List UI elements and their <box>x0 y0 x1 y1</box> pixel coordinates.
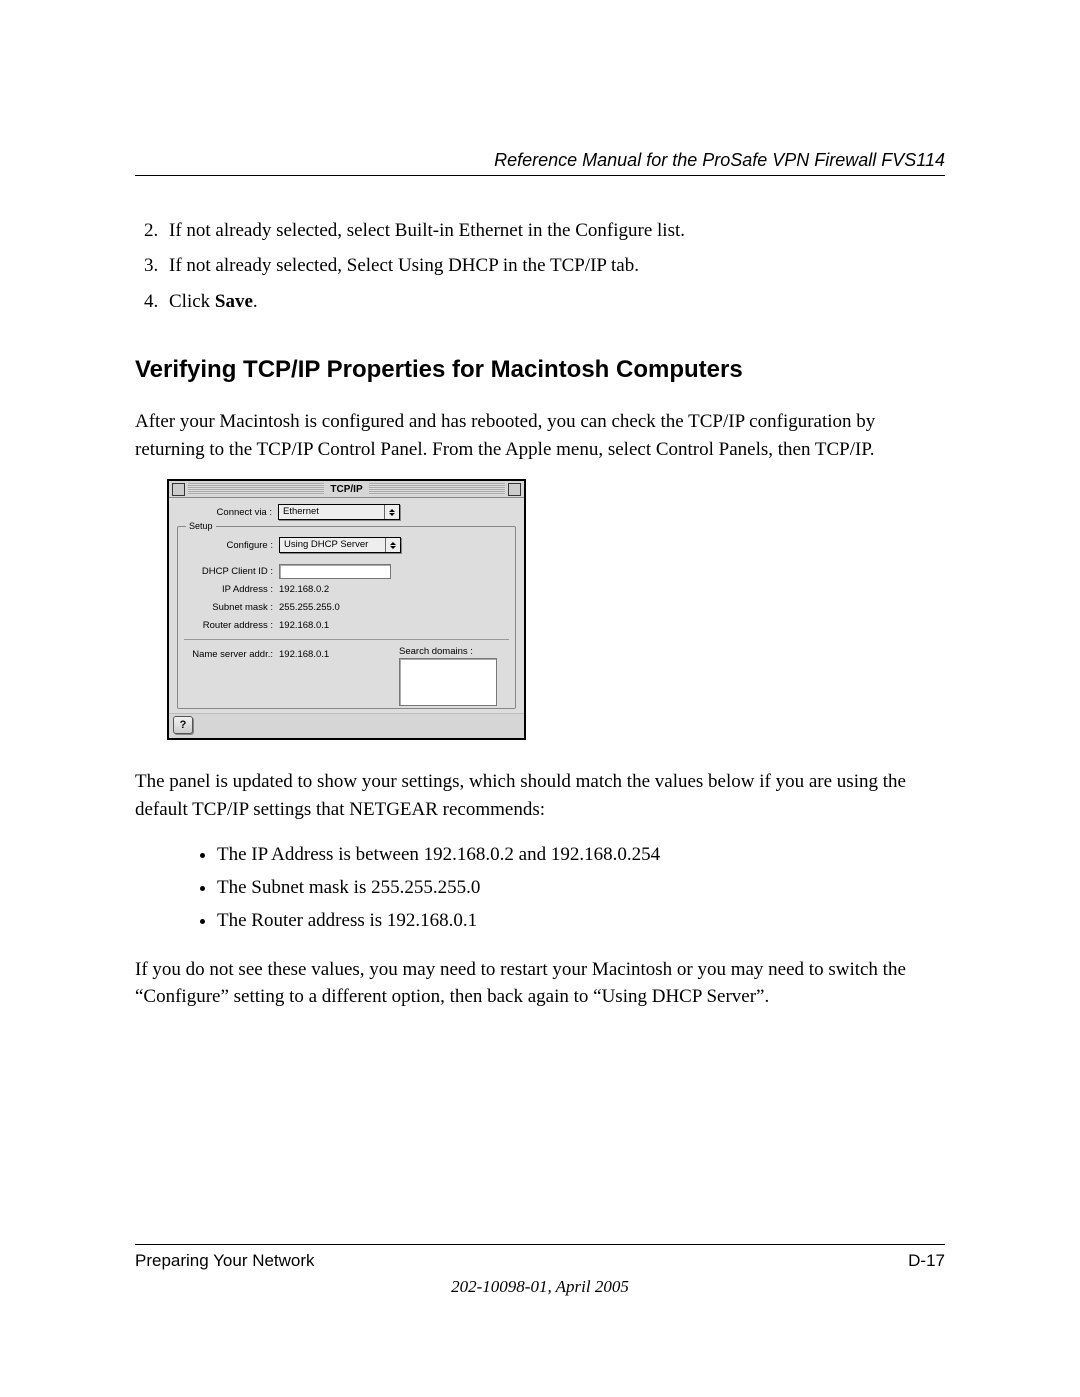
subnet-mask-value: 255.255.255.0 <box>279 602 340 613</box>
step-2: If not already selected, select Built-in… <box>163 216 945 245</box>
document-page: Reference Manual for the ProSafe VPN Fir… <box>0 0 1080 1397</box>
bullet-ip: The IP Address is between 192.168.0.2 an… <box>217 840 945 869</box>
setup-legend: Setup <box>186 521 216 531</box>
setup-group: Setup Configure : Using DHCP Server DHCP… <box>177 526 516 709</box>
doc-number: 202-10098-01, April 2005 <box>135 1277 945 1297</box>
ip-address-label: IP Address : <box>184 584 279 595</box>
section-heading: Verifying TCP/IP Properties for Macintos… <box>135 356 945 384</box>
panel-footer: ? <box>169 713 524 738</box>
router-address-value: 192.168.0.1 <box>279 620 329 631</box>
close-box-icon[interactable] <box>172 483 185 496</box>
subnet-mask-row: Subnet mask : 255.255.255.0 <box>184 599 509 615</box>
footer-section-title: Preparing Your Network <box>135 1251 315 1271</box>
running-header: Reference Manual for the ProSafe VPN Fir… <box>135 150 945 176</box>
running-title: Reference Manual for the ProSafe VPN Fir… <box>494 150 945 170</box>
step-4-suffix: . <box>253 291 258 312</box>
window-title: TCP/IP <box>324 484 368 495</box>
configure-label: Configure : <box>184 540 279 551</box>
configure-value: Using DHCP Server <box>280 538 385 552</box>
ip-address-row: IP Address : 192.168.0.2 <box>184 581 509 597</box>
intro-paragraph: After your Macintosh is configured and h… <box>135 408 945 463</box>
titlebar-stripes <box>369 483 505 495</box>
post-panel-paragraph: The panel is updated to show your settin… <box>135 768 945 823</box>
connect-via-dropdown[interactable]: Ethernet <box>278 504 400 520</box>
search-domains-label: Search domains : <box>399 646 509 657</box>
step-4-prefix: Click <box>169 291 215 312</box>
step-4: Click Save. <box>163 287 945 316</box>
step-list: If not already selected, select Built-in… <box>135 216 945 316</box>
step-4-bold: Save <box>215 291 253 312</box>
window-titlebar: TCP/IP <box>169 481 524 498</box>
connect-via-value: Ethernet <box>279 505 384 519</box>
dhcp-client-id-label: DHCP Client ID : <box>184 566 279 577</box>
bottom-row: Name server addr.: 192.168.0.1 Search do… <box>184 646 509 706</box>
bullet-subnet: The Subnet mask is 255.255.255.0 <box>217 873 945 902</box>
ip-address-value: 192.168.0.2 <box>279 584 329 595</box>
subnet-mask-label: Subnet mask : <box>184 602 279 613</box>
name-server-label: Name server addr.: <box>184 649 279 660</box>
connect-via-row: Connect via : Ethernet <box>177 504 516 520</box>
titlebar-stripes <box>188 483 324 495</box>
router-address-row: Router address : 192.168.0.1 <box>184 617 509 633</box>
page-footer: Preparing Your Network D-17 202-10098-01… <box>135 1244 945 1297</box>
footer-rule <box>135 1244 945 1245</box>
search-domains-input[interactable] <box>399 658 497 706</box>
name-server-value: 192.168.0.1 <box>279 649 329 660</box>
step-3: If not already selected, Select Using DH… <box>163 251 945 280</box>
page-number: D-17 <box>908 1251 945 1271</box>
configure-row: Configure : Using DHCP Server <box>184 537 509 553</box>
panel-body: Connect via : Ethernet Setup Configure :… <box>169 498 524 713</box>
name-server-row: Name server addr.: 192.168.0.1 <box>184 646 399 662</box>
settings-bullets: The IP Address is between 192.168.0.2 an… <box>135 840 945 936</box>
divider <box>184 639 509 640</box>
connect-via-label: Connect via : <box>177 507 278 518</box>
collapse-box-icon[interactable] <box>508 483 521 496</box>
help-icon: ? <box>180 719 187 731</box>
closing-paragraph: If you do not see these values, you may … <box>135 956 945 1011</box>
tcpip-panel: TCP/IP Connect via : Ethernet Setup Conf… <box>167 479 526 740</box>
bullet-router: The Router address is 192.168.0.1 <box>217 906 945 935</box>
help-button[interactable]: ? <box>173 716 193 734</box>
updown-arrows-icon <box>384 505 399 519</box>
router-address-label: Router address : <box>184 620 279 631</box>
dhcp-client-id-input[interactable] <box>279 564 391 579</box>
dhcp-client-id-row: DHCP Client ID : <box>184 563 509 579</box>
configure-dropdown[interactable]: Using DHCP Server <box>279 537 401 553</box>
updown-arrows-icon <box>385 538 400 552</box>
